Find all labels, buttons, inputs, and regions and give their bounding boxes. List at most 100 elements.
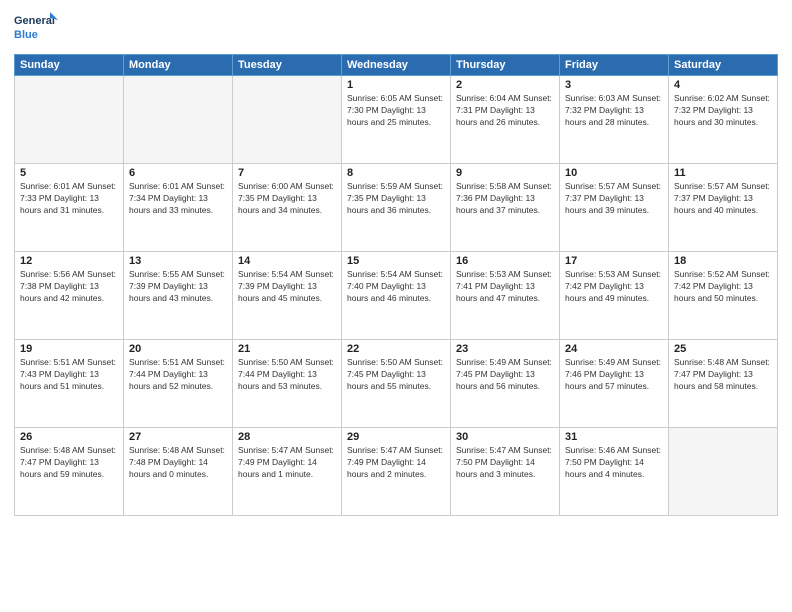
cell-info: Sunrise: 5:49 AM Sunset: 7:46 PM Dayligh… [565, 357, 663, 393]
calendar-cell [15, 76, 124, 164]
day-number: 2 [456, 79, 554, 91]
weekday-header: Saturday [669, 55, 778, 76]
calendar-cell: 15 Sunrise: 5:54 AM Sunset: 7:40 PM Dayli… [342, 252, 451, 340]
cell-info: Sunrise: 5:53 AM Sunset: 7:41 PM Dayligh… [456, 269, 554, 305]
cell-info: Sunrise: 5:54 AM Sunset: 7:40 PM Dayligh… [347, 269, 445, 305]
day-number: 30 [456, 431, 554, 443]
weekday-header: Friday [560, 55, 669, 76]
cell-info: Sunrise: 6:05 AM Sunset: 7:30 PM Dayligh… [347, 93, 445, 129]
day-number: 18 [674, 255, 772, 267]
calendar-cell: 21 Sunrise: 5:50 AM Sunset: 7:44 PM Dayli… [233, 340, 342, 428]
cell-info: Sunrise: 6:01 AM Sunset: 7:34 PM Dayligh… [129, 181, 227, 217]
day-number: 21 [238, 343, 336, 355]
calendar-cell: 23 Sunrise: 5:49 AM Sunset: 7:45 PM Dayli… [451, 340, 560, 428]
day-number: 29 [347, 431, 445, 443]
cell-info: Sunrise: 5:47 AM Sunset: 7:50 PM Dayligh… [456, 445, 554, 481]
cell-info: Sunrise: 5:52 AM Sunset: 7:42 PM Dayligh… [674, 269, 772, 305]
calendar-cell: 14 Sunrise: 5:54 AM Sunset: 7:39 PM Dayli… [233, 252, 342, 340]
calendar-cell: 27Sunrise: 5:48 AM Sunset: 7:48 PM Dayli… [124, 428, 233, 516]
calendar-cell: 9 Sunrise: 5:58 AM Sunset: 7:36 PM Daylig… [451, 164, 560, 252]
logo-svg: General Blue [14, 10, 58, 46]
cell-info: Sunrise: 6:01 AM Sunset: 7:33 PM Dayligh… [20, 181, 118, 217]
day-number: 23 [456, 343, 554, 355]
cell-info: Sunrise: 5:50 AM Sunset: 7:45 PM Dayligh… [347, 357, 445, 393]
calendar-cell [233, 76, 342, 164]
calendar-cell: 11 Sunrise: 5:57 AM Sunset: 7:37 PM Dayli… [669, 164, 778, 252]
calendar-cell: 13Sunrise: 5:55 AM Sunset: 7:39 PM Dayli… [124, 252, 233, 340]
calendar-cell: 6 Sunrise: 6:01 AM Sunset: 7:34 PM Daylig… [124, 164, 233, 252]
day-number: 24 [565, 343, 663, 355]
day-number: 9 [456, 167, 554, 179]
cell-info: Sunrise: 6:02 AM Sunset: 7:32 PM Dayligh… [674, 93, 772, 129]
calendar-cell: 18 Sunrise: 5:52 AM Sunset: 7:42 PM Dayli… [669, 252, 778, 340]
calendar-week-row: 19 Sunrise: 5:51 AM Sunset: 7:43 PM Dayli… [15, 340, 778, 428]
cell-info: Sunrise: 5:46 AM Sunset: 7:50 PM Dayligh… [565, 445, 663, 481]
calendar-cell: 2 Sunrise: 6:04 AM Sunset: 7:31 PM Daylig… [451, 76, 560, 164]
cell-info: Sunrise: 5:57 AM Sunset: 7:37 PM Dayligh… [674, 181, 772, 217]
calendar-cell: 25 Sunrise: 5:48 AM Sunset: 7:47 PM Dayli… [669, 340, 778, 428]
page: General Blue SundayMondayTuesdayWednesda… [0, 0, 792, 612]
day-number: 8 [347, 167, 445, 179]
cell-info: Sunrise: 5:47 AM Sunset: 7:49 PM Dayligh… [238, 445, 336, 481]
cell-info: Sunrise: 5:54 AM Sunset: 7:39 PM Dayligh… [238, 269, 336, 305]
cell-info: Sunrise: 5:48 AM Sunset: 7:47 PM Dayligh… [674, 357, 772, 393]
day-number: 13 [129, 255, 227, 267]
day-number: 20 [129, 343, 227, 355]
day-number: 31 [565, 431, 663, 443]
calendar-cell: 7 Sunrise: 6:00 AM Sunset: 7:35 PM Daylig… [233, 164, 342, 252]
weekday-header: Thursday [451, 55, 560, 76]
calendar-cell: 19 Sunrise: 5:51 AM Sunset: 7:43 PM Dayli… [15, 340, 124, 428]
day-number: 16 [456, 255, 554, 267]
day-number: 5 [20, 167, 118, 179]
day-number: 11 [674, 167, 772, 179]
cell-info: Sunrise: 6:00 AM Sunset: 7:35 PM Dayligh… [238, 181, 336, 217]
day-number: 12 [20, 255, 118, 267]
calendar-cell: 5 Sunrise: 6:01 AM Sunset: 7:33 PM Daylig… [15, 164, 124, 252]
calendar-week-row: 5 Sunrise: 6:01 AM Sunset: 7:33 PM Daylig… [15, 164, 778, 252]
cell-info: Sunrise: 5:53 AM Sunset: 7:42 PM Dayligh… [565, 269, 663, 305]
day-number: 1 [347, 79, 445, 91]
day-number: 4 [674, 79, 772, 91]
weekday-header: Tuesday [233, 55, 342, 76]
calendar-cell: 4 Sunrise: 6:02 AM Sunset: 7:32 PM Daylig… [669, 76, 778, 164]
cell-info: Sunrise: 5:50 AM Sunset: 7:44 PM Dayligh… [238, 357, 336, 393]
cell-info: Sunrise: 5:47 AM Sunset: 7:49 PM Dayligh… [347, 445, 445, 481]
svg-text:General: General [14, 15, 55, 27]
day-number: 19 [20, 343, 118, 355]
day-number: 7 [238, 167, 336, 179]
day-number: 28 [238, 431, 336, 443]
day-number: 26 [20, 431, 118, 443]
day-number: 14 [238, 255, 336, 267]
calendar-cell: 31 Sunrise: 5:46 AM Sunset: 7:50 PM Dayli… [560, 428, 669, 516]
day-number: 10 [565, 167, 663, 179]
cell-info: Sunrise: 5:58 AM Sunset: 7:36 PM Dayligh… [456, 181, 554, 217]
cell-info: Sunrise: 6:04 AM Sunset: 7:31 PM Dayligh… [456, 93, 554, 129]
cell-info: Sunrise: 5:51 AM Sunset: 7:43 PM Dayligh… [20, 357, 118, 393]
calendar-cell: 24 Sunrise: 5:49 AM Sunset: 7:46 PM Dayli… [560, 340, 669, 428]
calendar-cell: 30 Sunrise: 5:47 AM Sunset: 7:50 PM Dayli… [451, 428, 560, 516]
day-number: 15 [347, 255, 445, 267]
calendar-week-row: 12 Sunrise: 5:56 AM Sunset: 7:38 PM Dayli… [15, 252, 778, 340]
day-number: 25 [674, 343, 772, 355]
svg-text:Blue: Blue [14, 29, 38, 41]
calendar-cell: 16 Sunrise: 5:53 AM Sunset: 7:41 PM Dayli… [451, 252, 560, 340]
cell-info: Sunrise: 5:56 AM Sunset: 7:38 PM Dayligh… [20, 269, 118, 305]
day-number: 17 [565, 255, 663, 267]
calendar-cell [669, 428, 778, 516]
cell-info: Sunrise: 5:48 AM Sunset: 7:47 PM Dayligh… [20, 445, 118, 481]
calendar-week-row: 1 Sunrise: 6:05 AM Sunset: 7:30 PM Daylig… [15, 76, 778, 164]
cell-info: Sunrise: 5:49 AM Sunset: 7:45 PM Dayligh… [456, 357, 554, 393]
calendar-cell: 12 Sunrise: 5:56 AM Sunset: 7:38 PM Dayli… [15, 252, 124, 340]
cell-info: Sunrise: 5:59 AM Sunset: 7:35 PM Dayligh… [347, 181, 445, 217]
calendar-table: SundayMondayTuesdayWednesdayThursdayFrid… [14, 54, 778, 516]
calendar-cell: 20 Sunrise: 5:51 AM Sunset: 7:44 PM Dayli… [124, 340, 233, 428]
weekday-header: Sunday [15, 55, 124, 76]
cell-info: Sunrise: 5:48 AM Sunset: 7:48 PM Dayligh… [129, 445, 227, 481]
weekday-header: Wednesday [342, 55, 451, 76]
cell-info: Sunrise: 5:51 AM Sunset: 7:44 PM Dayligh… [129, 357, 227, 393]
cell-info: Sunrise: 6:03 AM Sunset: 7:32 PM Dayligh… [565, 93, 663, 129]
day-number: 6 [129, 167, 227, 179]
day-number: 22 [347, 343, 445, 355]
calendar-cell: 17 Sunrise: 5:53 AM Sunset: 7:42 PM Dayli… [560, 252, 669, 340]
calendar-cell: 29 Sunrise: 5:47 AM Sunset: 7:49 PM Dayli… [342, 428, 451, 516]
